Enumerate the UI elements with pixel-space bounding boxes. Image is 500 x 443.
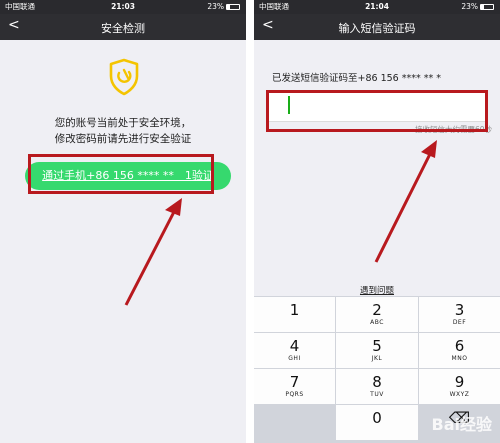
security-check-screen: 中国联通 21:03 23% < 安全检测 您的账号当前处于安全环境， 修改密码…: [0, 0, 246, 443]
key-5[interactable]: 5 JKL: [336, 333, 418, 368]
sms-code-screen: 中国联通 21:04 23% < 输入短信验证码 已发送短信验证码至+86 15…: [254, 0, 500, 443]
key-7[interactable]: 7 PQRS: [254, 369, 335, 404]
keypad-row-1: 1 2 ABC 3 DEF: [254, 297, 500, 333]
annotation-arrow: [124, 198, 182, 306]
key-2[interactable]: 2 ABC: [336, 297, 418, 332]
key-4[interactable]: 4 GHI: [254, 333, 335, 368]
keypad-row-3: 7 PQRS 8 TUV 9 WXYZ: [254, 369, 500, 405]
keypad-row-2: 4 GHI 5 JKL 6 MNO: [254, 333, 500, 369]
screenshot-stage: 中国联通 21:03 23% < 安全检测 您的账号当前处于安全环境， 修改密码…: [0, 0, 500, 443]
key-8[interactable]: 8 TUV: [336, 369, 418, 404]
key-blank: [254, 405, 335, 440]
key-1[interactable]: 1: [254, 297, 335, 332]
key-0[interactable]: 0: [336, 405, 418, 440]
key-9[interactable]: 9 WXYZ: [419, 369, 500, 404]
key-6[interactable]: 6 MNO: [419, 333, 500, 368]
key-3[interactable]: 3 DEF: [419, 297, 500, 332]
watermark: Bai经验: [431, 415, 492, 434]
